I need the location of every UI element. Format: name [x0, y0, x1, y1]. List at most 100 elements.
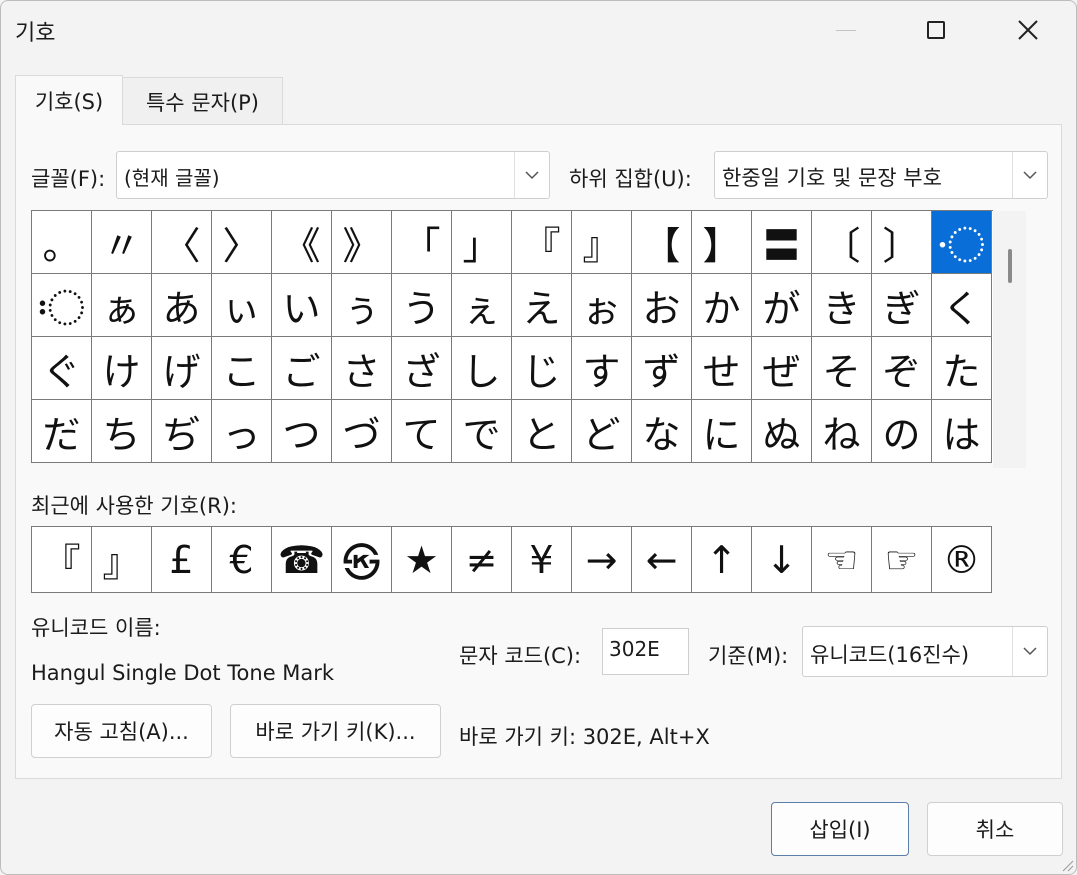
symbol-cell[interactable]: い — [272, 274, 332, 337]
symbol-cell[interactable]: き — [812, 274, 872, 337]
symbol-cell[interactable]: ず — [632, 337, 692, 400]
tab-symbols[interactable]: 기호(S) — [15, 75, 123, 125]
symbol-cell[interactable]: て — [392, 400, 452, 463]
resize-grip-icon[interactable] — [1060, 858, 1074, 872]
symbol-cell[interactable]: 「 — [392, 211, 452, 274]
symbol-cell[interactable]: ぜ — [752, 337, 812, 400]
recent-symbol-cell[interactable]: ↑ — [692, 527, 752, 593]
cancel-button[interactable]: 취소 — [927, 802, 1063, 856]
symbol-cell[interactable]: せ — [692, 337, 752, 400]
symbol-cell[interactable]: 〯 — [32, 274, 92, 337]
symbol-cell[interactable]: 」 — [452, 211, 512, 274]
char-code-input[interactable]: 302E — [602, 628, 689, 675]
insert-button[interactable]: 삽입(I) — [771, 802, 909, 856]
symbol-cell[interactable]: つ — [272, 400, 332, 463]
symbol-cell[interactable]: ね — [812, 400, 872, 463]
recent-symbol-cell[interactable]: £ — [152, 527, 212, 593]
recent-symbol-cell[interactable]: ㉿ — [332, 527, 392, 593]
symbol-cell[interactable]: に — [692, 400, 752, 463]
symbol-cell[interactable]: 〓 — [752, 211, 812, 274]
font-value: (현재 글꼴) — [124, 166, 220, 190]
recent-symbol-cell[interactable]: ☜ — [812, 527, 872, 593]
recent-symbol-cell[interactable]: ≠ — [452, 527, 512, 593]
symbol-cell[interactable]: ぃ — [212, 274, 272, 337]
symbol-cell[interactable]: づ — [332, 400, 392, 463]
symbol-cell[interactable]: ざ — [392, 337, 452, 400]
symbol-cell[interactable]: の — [872, 400, 932, 463]
symbol-cell[interactable]: ぬ — [752, 400, 812, 463]
char-code-label: 문자 코드(C): — [459, 644, 582, 668]
subset-dropdown[interactable]: 한중일 기호 및 문장 부호 — [714, 151, 1048, 199]
recent-symbol-cell[interactable]: ↓ — [752, 527, 812, 593]
symbol-cell[interactable]: た — [932, 337, 992, 400]
symbol-cell[interactable]: 《 — [272, 211, 332, 274]
symbol-cell[interactable]: 〔 — [812, 211, 872, 274]
maximize-button[interactable] — [891, 1, 981, 59]
symbol-cell[interactable]: あ — [152, 274, 212, 337]
symbol-cell[interactable]: ど — [572, 400, 632, 463]
symbol-cell[interactable]: は — [932, 400, 992, 463]
recent-symbol-cell[interactable]: ® — [932, 527, 992, 593]
symbol-cell[interactable]: が — [752, 274, 812, 337]
symbol-cell[interactable]: す — [572, 337, 632, 400]
symbol-cell[interactable]: ご — [272, 337, 332, 400]
symbol-cell[interactable]: う — [392, 274, 452, 337]
autocorrect-button[interactable]: 자동 고침(A)... — [31, 704, 212, 758]
recent-symbol-cell[interactable]: 『 — [32, 527, 92, 593]
symbol-cell[interactable]: え — [512, 274, 572, 337]
from-dropdown[interactable]: 유니코드(16진수) — [802, 626, 1048, 677]
recent-symbol-cell[interactable]: ☎ — [272, 527, 332, 593]
recent-symbols-grid: 『』 £ € ☎ ㉿ ★ ≠ ¥ → ← ↑ ↓ ☜ ☞ ® — [31, 526, 992, 593]
symbol-cell[interactable]: か — [692, 274, 752, 337]
recent-symbol-cell[interactable]: ¥ — [512, 527, 572, 593]
symbol-cell[interactable]: そ — [812, 337, 872, 400]
symbol-cell[interactable]: 》 — [332, 211, 392, 274]
symbol-cell[interactable]: で — [452, 400, 512, 463]
minimize-button[interactable] — [801, 1, 891, 59]
symbol-cell[interactable]: ぅ — [332, 274, 392, 337]
symbol-cell[interactable]: っ — [212, 400, 272, 463]
unicode-name-value: Hangul Single Dot Tone Mark — [31, 661, 335, 685]
recent-symbol-cell[interactable]: 』 — [92, 527, 152, 593]
symbol-cell[interactable]: 〮 — [932, 211, 992, 274]
symbol-cell[interactable]: こ — [212, 337, 272, 400]
symbol-cell[interactable]: ぢ — [152, 400, 212, 463]
symbol-cell[interactable]: ぁ — [92, 274, 152, 337]
close-button[interactable] — [983, 1, 1073, 59]
symbol-cell[interactable]: げ — [152, 337, 212, 400]
symbol-cell[interactable]: お — [632, 274, 692, 337]
symbol-cell[interactable]: な — [632, 400, 692, 463]
tab-special-characters[interactable]: 특수 문자(P) — [123, 77, 283, 125]
recent-symbol-cell[interactable]: € — [212, 527, 272, 593]
recent-symbol-cell[interactable]: ☞ — [872, 527, 932, 593]
symbol-cell[interactable]: ぇ — [452, 274, 512, 337]
symbol-cell[interactable]: 。 — [32, 211, 92, 274]
symbol-cell[interactable]: ぐ — [32, 337, 92, 400]
symbol-cell[interactable]: じ — [512, 337, 572, 400]
symbol-cell[interactable]: 【 — [632, 211, 692, 274]
symbol-cell[interactable]: と — [512, 400, 572, 463]
symbol-cell[interactable]: さ — [332, 337, 392, 400]
symbol-cell[interactable]: だ — [32, 400, 92, 463]
font-dropdown[interactable]: (현재 글꼴) — [116, 151, 550, 199]
symbol-cell[interactable]: ぎ — [872, 274, 932, 337]
symbol-cell[interactable]: ぞ — [872, 337, 932, 400]
recent-symbol-cell[interactable]: → — [572, 527, 632, 593]
symbol-grid-scrollbar[interactable] — [993, 211, 1026, 468]
symbol-cell[interactable]: 〕 — [872, 211, 932, 274]
symbol-cell[interactable]: 〈 — [152, 211, 212, 274]
symbol-cell[interactable]: 】 — [692, 211, 752, 274]
shortcut-key-button[interactable]: 바로 가기 키(K)... — [230, 704, 441, 758]
recent-symbol-cell[interactable]: ← — [632, 527, 692, 593]
scrollbar-thumb[interactable] — [1008, 249, 1012, 283]
symbol-cell[interactable]: 』 — [572, 211, 632, 274]
symbol-cell[interactable]: ち — [92, 400, 152, 463]
symbol-cell[interactable]: け — [92, 337, 152, 400]
symbol-cell[interactable]: 『 — [512, 211, 572, 274]
recent-symbol-cell[interactable]: ★ — [392, 527, 452, 593]
symbol-cell[interactable]: ぉ — [572, 274, 632, 337]
symbol-cell[interactable]: く — [932, 274, 992, 337]
symbol-cell[interactable]: し — [452, 337, 512, 400]
symbol-cell[interactable]: 〉 — [212, 211, 272, 274]
symbol-cell[interactable]: 〃 — [92, 211, 152, 274]
